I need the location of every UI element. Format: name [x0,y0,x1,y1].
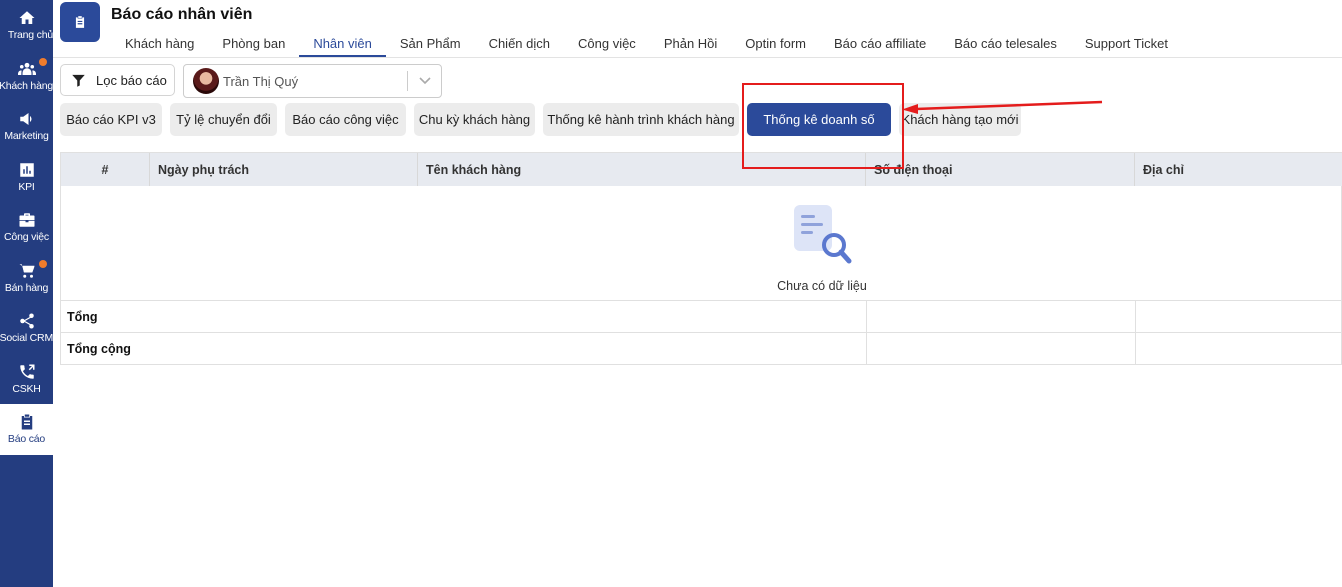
tab-tasks[interactable]: Công việc [564,30,650,57]
users-icon [17,62,36,75]
chip-customer-journey[interactable]: Thống kê hành trình khách hàng [543,103,739,136]
tab-departments[interactable]: Phòng ban [208,30,299,57]
filter-report-label: Lọc báo cáo [96,72,167,88]
table-row: Tổng cộng [61,332,1342,365]
sidebar-item-reports[interactable]: Báo cáo [0,404,53,455]
megaphone-icon [19,113,31,126]
cell-divider [1135,301,1136,333]
sidebar-item-home[interactable]: Trang chủ [0,0,53,51]
cell-divider [1135,333,1136,365]
filter-icon [72,74,85,87]
tab-customers[interactable]: Khách hàng [111,30,208,57]
clipboard-icon [21,414,32,430]
cart-icon [19,264,34,278]
column-header-index[interactable]: # [61,153,150,186]
sidebar-item-tasks[interactable]: Công việc [0,202,53,253]
sidebar-item-social-crm[interactable]: Social CRM [0,303,53,354]
sidebar-item-marketing[interactable]: Marketing [0,101,53,152]
grand-total-label: Tổng cộng [67,342,131,356]
report-tabs: Khách hàng Phòng ban Nhân viên Sản Phẩm … [111,30,1182,57]
chevron-down-icon[interactable] [408,77,441,85]
column-header-customer-name[interactable]: Tên khách hàng [418,153,866,186]
briefcase-icon [19,213,34,227]
table-header: # Ngày phụ trách Tên khách hàng Số điện … [61,153,1342,186]
chip-sales-statistics[interactable]: Thống kê doanh số [747,103,891,136]
avatar [193,68,219,94]
chip-kpi-v3[interactable]: Báo cáo KPI v3 [60,103,162,136]
home-icon [19,11,34,25]
empty-state-text: Chưa có dữ liệu [777,279,867,293]
sidebar-item-label: Bán hàng [4,281,49,294]
tab-telesales-report[interactable]: Báo cáo telesales [940,30,1071,57]
empty-state: Chưa có dữ liệu [61,186,1342,300]
sidebar-item-label: Khách hàng [0,79,53,92]
report-type-chips: Báo cáo KPI v3 Tỷ lệ chuyển đổi Báo cáo … [60,103,1029,136]
share-icon [19,313,34,329]
tab-support-ticket[interactable]: Support Ticket [1071,30,1182,57]
chip-customer-cycle[interactable]: Chu kỳ khách hàng [414,103,535,136]
report-table: # Ngày phụ trách Tên khách hàng Số điện … [60,152,1342,365]
sidebar: Trang chủ Khách hàng Marketing KPI Công … [0,0,53,587]
clipboard-icon [75,16,85,28]
sidebar-item-label: Marketing [4,130,49,143]
sidebar-item-label: Social CRM [0,332,53,345]
sidebar-item-sales[interactable]: Bán hàng [0,253,53,304]
sidebar-item-label: Báo cáo [7,433,46,446]
sidebar-item-cskh[interactable]: CSKH [0,354,53,405]
cell-divider [866,333,867,365]
table-row: Tổng [61,300,1342,333]
tab-products[interactable]: Sản Phẩm [386,30,475,57]
document-search-icon [794,205,852,264]
sidebar-item-label: CSKH [12,382,41,395]
column-header-address[interactable]: Địa chỉ [1135,153,1342,186]
total-label: Tổng [67,310,98,324]
column-header-assigned-date[interactable]: Ngày phụ trách [150,153,418,186]
tab-affiliate-report[interactable]: Báo cáo affiliate [820,30,940,57]
sidebar-item-label: Trang chủ [7,29,53,42]
tab-employees[interactable]: Nhân viên [299,30,386,57]
employee-select[interactable]: Trần Thị Quý [183,64,442,98]
sidebar-item-label: KPI [18,180,35,193]
chip-task-report[interactable]: Báo cáo công việc [285,103,406,136]
chip-new-customers[interactable]: Khách hàng tạo mới [899,103,1021,136]
tab-campaigns[interactable]: Chiến dịch [475,30,564,57]
cell-divider [866,301,867,333]
column-header-phone[interactable]: Số điện thoại [866,153,1135,186]
selected-employee-name: Trần Thị Quý [223,73,299,89]
phone-icon [19,364,34,379]
notification-badge [39,259,47,268]
chip-conversion-rate[interactable]: Tỷ lệ chuyển đổi [170,103,277,136]
chart-icon [19,163,34,177]
tab-optin-form[interactable]: Optin form [731,30,820,57]
sidebar-item-label: Công việc [4,231,49,244]
header-divider [53,57,1342,58]
sidebar-item-customers[interactable]: Khách hàng [0,51,53,102]
notification-badge [39,57,47,66]
filter-report-button[interactable]: Lọc báo cáo [60,64,175,96]
page-title: Báo cáo nhân viên [111,6,253,23]
tab-feedback[interactable]: Phản Hồi [650,30,731,57]
sidebar-item-kpi[interactable]: KPI [0,152,53,203]
report-header-icon [60,2,100,42]
